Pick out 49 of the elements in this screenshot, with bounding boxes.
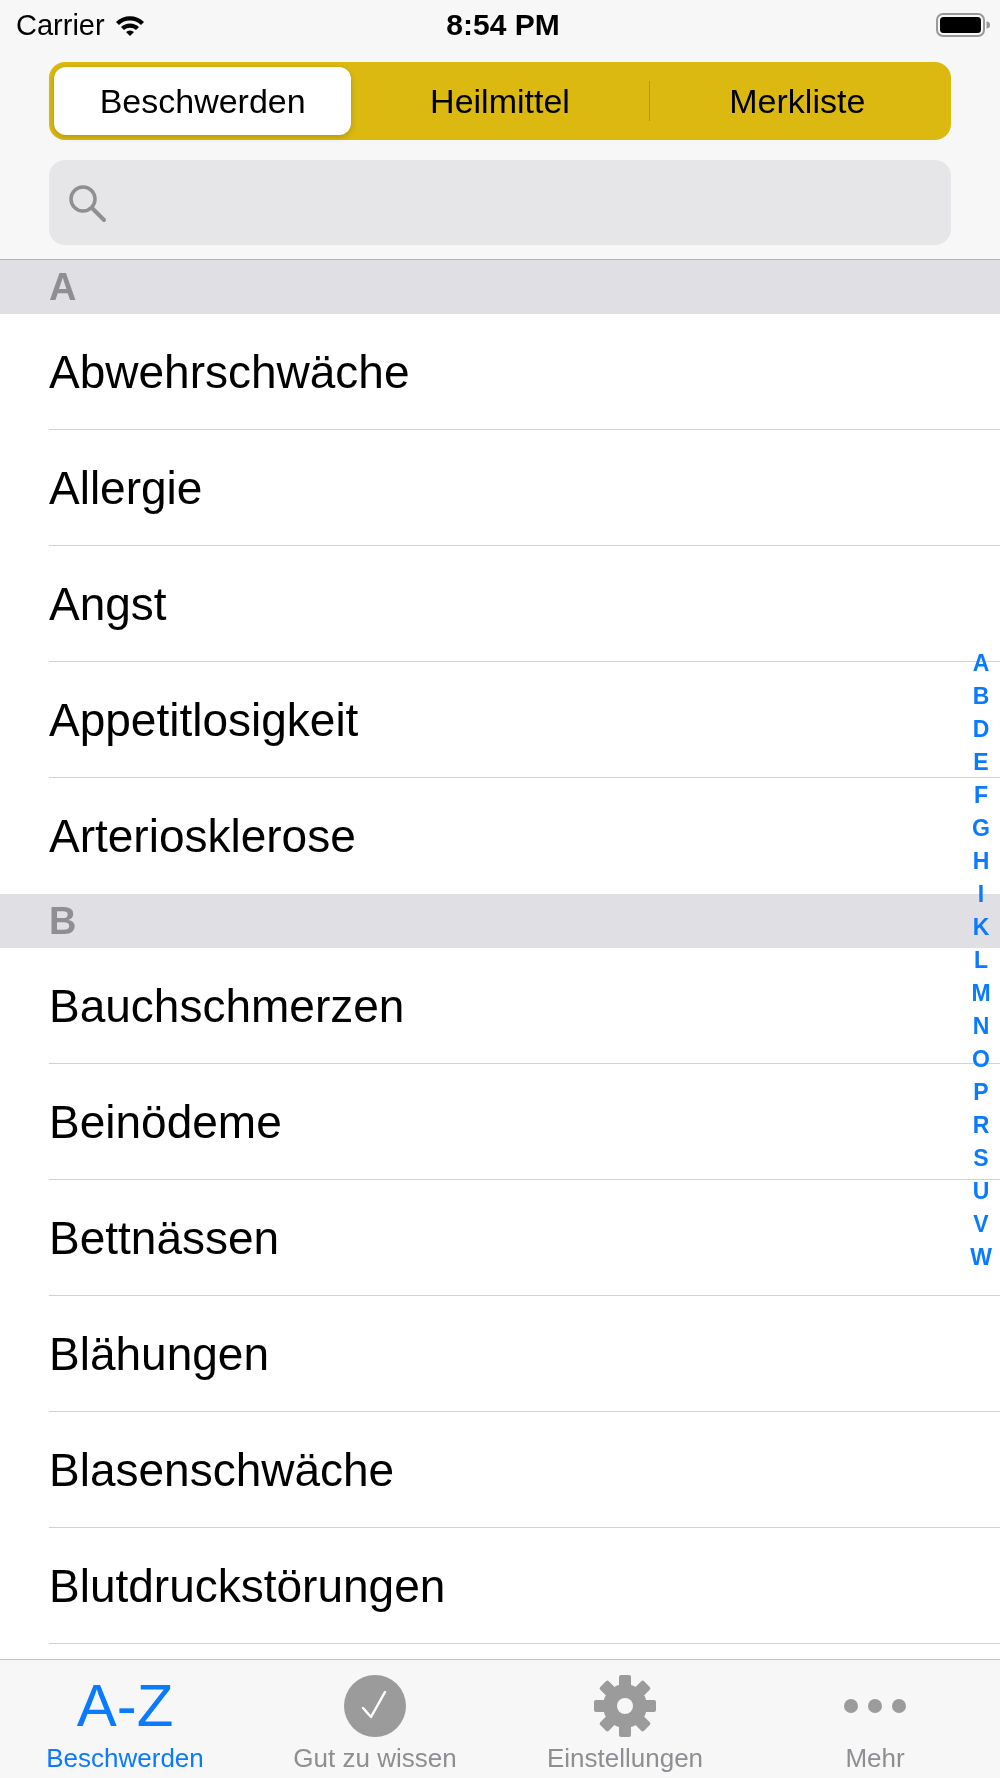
index-letter[interactable]: L [973,943,989,976]
index-letter[interactable]: R [972,1108,990,1141]
section-letter: B [49,899,77,943]
search-icon [67,182,107,223]
tab-bar-item[interactable]: Mehr [750,1660,1000,1778]
index-letter[interactable]: D [972,712,990,745]
index-letter[interactable]: O [972,1042,990,1075]
list-item[interactable]: Blasenschwäche [49,1442,395,1497]
list-item[interactable]: Abwehrschwäche [49,344,410,399]
index-letter[interactable]: B [972,679,990,712]
segment-tab[interactable]: Heilmittel [351,67,649,135]
index-letter[interactable]: W [970,1240,992,1273]
list-item[interactable]: Blutdruckstörungen [49,1558,446,1613]
carrier-label: Carrier [16,8,105,42]
list-item[interactable]: Arteriosklerose [49,809,356,863]
index-letter[interactable]: F [973,778,989,811]
index-letter[interactable]: P [973,1075,989,1108]
list-item[interactable]: Allergie [49,460,203,515]
battery-icon [936,13,990,37]
index-letter[interactable]: H [972,844,990,877]
list-item[interactable]: Beinödeme [49,1094,282,1149]
segment-tab[interactable]: Beschwerden [54,67,352,135]
index-letter[interactable]: M [971,976,991,1009]
list-item[interactable]: Appetitlosigkeit [49,692,359,747]
wifi-icon [114,14,145,36]
index-letter[interactable]: U [972,1174,990,1207]
list-item[interactable]: Bettnässen [49,1210,280,1265]
index-letter[interactable]: I [977,877,985,910]
index-letter[interactable]: G [972,811,990,844]
tab-bar-item[interactable]: Gut zu wissen [250,1660,500,1778]
clock-time: 8:54 PM [446,8,560,42]
settings-icon [594,1675,656,1737]
list-item[interactable]: Blähungen [49,1326,269,1381]
tab-bar-item[interactable]: Einstellungen [500,1660,750,1778]
index-letter[interactable]: V [973,1207,989,1240]
search-field[interactable] [49,160,951,245]
list-item[interactable]: Angst [49,576,167,631]
index-letter[interactable]: S [973,1141,989,1174]
index-letter[interactable]: N [972,1009,990,1042]
segment-tab[interactable]: Merkliste [648,67,946,135]
list-item[interactable]: Bauchschmerzen [49,978,405,1033]
index-letter[interactable]: K [972,910,990,943]
a-z-icon: A-Z [76,1675,174,1737]
index-letter[interactable]: E [973,745,989,778]
section-letter: A [49,265,77,309]
tab-bar-item[interactable]: A-Z Beschwerden [0,1660,250,1778]
more-icon [844,1699,906,1713]
index-letter[interactable]: A [972,646,990,679]
check-circle-icon [344,1675,406,1737]
